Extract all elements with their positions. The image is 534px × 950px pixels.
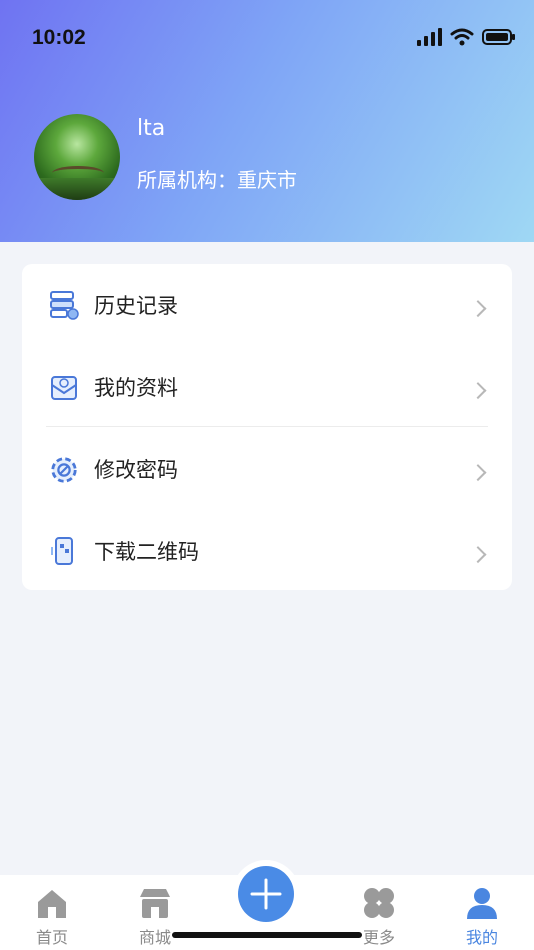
chevron-right-icon [469, 300, 487, 318]
tab-label-mine: 我的 [465, 928, 498, 947]
menu-item-change-password[interactable]: 修改密码 [22, 428, 512, 510]
menu-label-history: 历史记录 [94, 294, 178, 318]
clover-icon [364, 888, 394, 918]
tab-home[interactable]: 首页 [17, 875, 87, 950]
menu-item-profile[interactable]: 我的资料 [22, 346, 512, 428]
menu-label-change-password: 修改密码 [94, 458, 178, 482]
tab-label-home: 首页 [35, 928, 68, 947]
history-records-icon [50, 291, 79, 320]
avatar[interactable] [34, 114, 120, 200]
menu-label-profile: 我的资料 [94, 376, 178, 400]
chevron-right-icon [469, 464, 487, 482]
plus-icon [250, 878, 282, 910]
chevron-right-icon [469, 546, 487, 564]
status-bar: 10:02 [0, 0, 534, 80]
signal-icon [417, 28, 442, 46]
organization-value: 重庆市 [237, 168, 297, 192]
home-indicator [172, 932, 362, 938]
wifi-icon [450, 28, 474, 46]
settings-gear-icon [51, 457, 77, 483]
add-button[interactable] [238, 866, 294, 922]
organization-label: 所属机构： [137, 168, 237, 192]
status-time: 10:02 [32, 26, 86, 49]
status-icons [416, 28, 516, 46]
menu-divider [46, 426, 488, 427]
menu-label-download-qrcode: 下载二维码 [94, 540, 199, 564]
battery-icon [482, 29, 515, 45]
home-icon [38, 890, 66, 918]
avatar-water [34, 178, 120, 200]
user-icon [467, 888, 497, 919]
tab-more[interactable]: 更多 [344, 875, 414, 950]
username: lta [137, 116, 166, 141]
menu-card: 历史记录 我的资料 修改密码 下载二维码 [22, 264, 512, 590]
menu-item-history[interactable]: 历史记录 [22, 264, 512, 346]
shop-icon [140, 889, 170, 918]
profile-mail-icon [51, 376, 77, 400]
qrcode-download-icon [51, 537, 73, 565]
organization-row: 所属机构：重庆市 [137, 164, 297, 193]
tab-mine[interactable]: 我的 [447, 875, 517, 950]
menu-item-download-qrcode[interactable]: 下载二维码 [22, 510, 512, 592]
avatar-bridge [52, 166, 104, 180]
tab-shop[interactable]: 商城 [120, 875, 190, 950]
chevron-right-icon [469, 382, 487, 400]
